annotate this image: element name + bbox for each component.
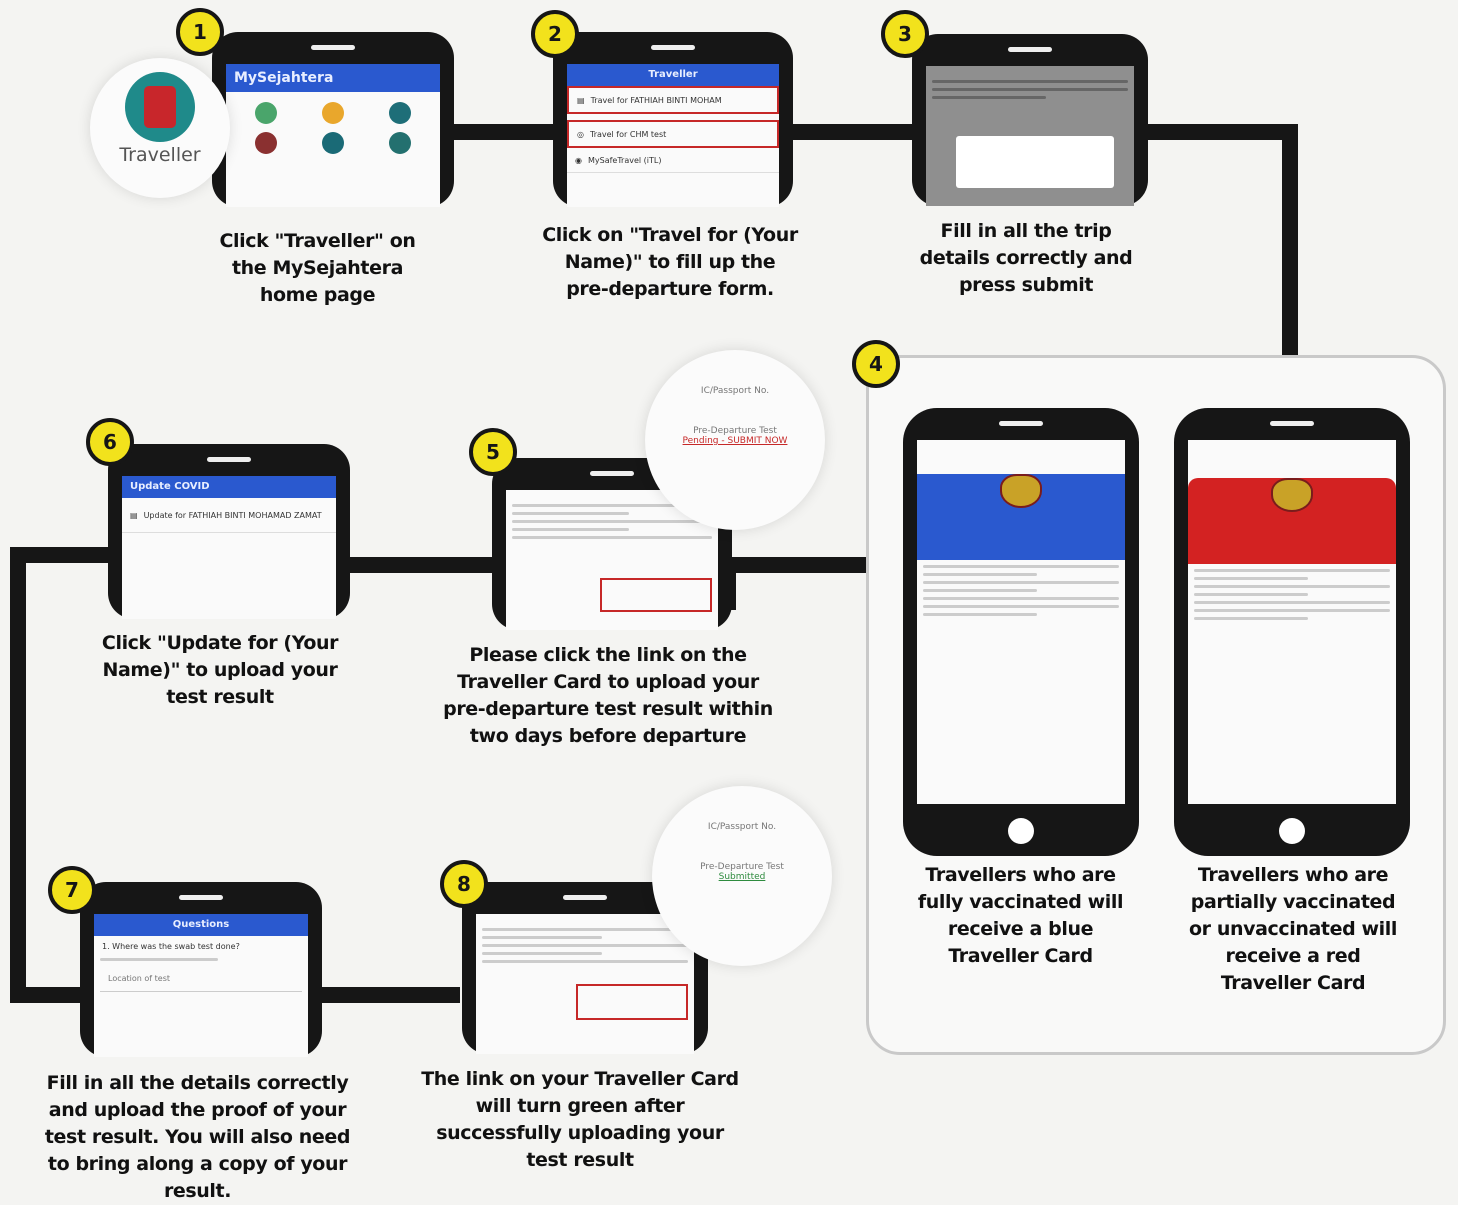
travel-chm-item[interactable]: ◎ Travel for CHM test <box>567 120 779 148</box>
step-3-phone <box>912 34 1148 206</box>
step-4-badge: 4 <box>852 340 900 388</box>
step-3-badge: 3 <box>881 10 929 58</box>
update-covid-screen: Update COVID ▤ Update for FATHIAH BINTI M… <box>122 476 336 619</box>
step-1-caption: Click "Traveller" on the MySejahtera home … <box>219 230 416 306</box>
pending-link-zoom: IC/Passport No. Pre-Departure Test Pendi… <box>645 350 825 530</box>
blue-traveller-card-screen <box>917 440 1125 804</box>
step-1-phone: MySejahtera <box>212 32 454 207</box>
traveller-screen: Traveller ▤ Travel for FATHIAH BINTI MOHA… <box>567 64 779 207</box>
blue-card-phone <box>903 408 1139 856</box>
step-8-caption: The link on your Traveller Card will turn… <box>421 1068 739 1171</box>
step-6-caption: Click "Update for (Your Name)" to upload … <box>101 632 339 708</box>
step-8-badge: 8 <box>440 860 488 908</box>
submitted-traveller-card-screen <box>476 914 694 1054</box>
step-7-badge: 7 <box>48 866 96 914</box>
submitted-link-zoom: IC/Passport No. Pre-Departure Test Submi… <box>652 786 832 966</box>
step-7-caption: Fill in all the details correctly and upl… <box>44 1072 351 1202</box>
red-traveller-card-screen <box>1188 440 1396 804</box>
step-2-caption: Click on "Travel for (Your Name)" to fill… <box>542 224 798 300</box>
app-icon[interactable] <box>321 132 344 154</box>
phone-speaker <box>563 895 607 900</box>
location-input[interactable]: Location of test <box>100 966 302 992</box>
phone-speaker <box>1270 421 1314 426</box>
suitcase-icon[interactable] <box>125 72 195 142</box>
globe-icon: ◉ <box>575 155 582 165</box>
form-icon: ▤ <box>577 95 585 105</box>
app-icon[interactable] <box>389 132 412 154</box>
step-5-caption: Please click the link on the Traveller Ca… <box>443 644 773 747</box>
app-icon[interactable] <box>389 102 412 124</box>
red-card-header <box>1188 478 1396 564</box>
malaysia-crest-icon <box>1000 474 1042 508</box>
phone-speaker <box>207 457 251 462</box>
phone-speaker <box>999 421 1043 426</box>
submit-dialog-screen <box>926 66 1134 206</box>
phone-speaker <box>590 471 634 476</box>
traveller-label[interactable]: Traveller <box>90 144 230 166</box>
questions-screen: Questions 1. Where was the swab test don… <box>94 914 308 1057</box>
step-7-phone: Questions 1. Where was the swab test don… <box>80 882 322 1057</box>
swab-question: 1. Where was the swab test done? <box>102 942 240 951</box>
submitted-link[interactable]: Submitted <box>652 872 832 882</box>
submitted-link-highlight[interactable] <box>576 984 688 1020</box>
step-2-badge: 2 <box>531 10 579 58</box>
home-button[interactable] <box>1279 818 1305 844</box>
traveller-icon-zoom: Traveller <box>90 58 230 198</box>
blue-card-header <box>917 474 1125 560</box>
red-card-phone <box>1174 408 1410 856</box>
step-1-badge: 1 <box>176 8 224 56</box>
update-screen-title: Update COVID <box>122 476 336 498</box>
phone-speaker <box>179 895 223 900</box>
step-2-phone: Traveller ▤ Travel for FATHIAH BINTI MOHA… <box>553 32 793 207</box>
blue-card-caption: Travellers who are fully vaccinated will r… <box>917 864 1124 967</box>
form-icon: ▤ <box>130 510 138 520</box>
update-for-item[interactable]: ▤ Update for FATHIAH BINTI MOHAMAD ZAMAT <box>122 498 336 533</box>
app-icon[interactable] <box>254 102 277 124</box>
app-icon[interactable] <box>321 102 344 124</box>
step-6-badge: 6 <box>86 418 134 466</box>
pending-submit-link[interactable]: Pending - SUBMIT NOW <box>645 436 825 446</box>
traveller-screen-title: Traveller <box>567 64 779 86</box>
confirmation-dialog[interactable] <box>956 136 1114 188</box>
malaysia-crest-icon <box>1271 478 1313 512</box>
phone-speaker <box>311 45 355 50</box>
mysejahtera-home-screen: MySejahtera <box>226 64 440 207</box>
mysafetravel-item[interactable]: ◉ MySafeTravel (iTL) <box>567 148 779 173</box>
questions-title: Questions <box>94 914 308 936</box>
red-card-caption: Travellers who are partially vaccinated or… <box>1189 864 1397 994</box>
phone-speaker <box>1008 47 1052 52</box>
form-icon: ◎ <box>577 129 584 139</box>
pending-link-highlight[interactable] <box>600 578 712 612</box>
step-3-caption: Fill in all the trip details correctly an… <box>919 220 1133 296</box>
home-button[interactable] <box>1008 818 1034 844</box>
phone-speaker <box>651 45 695 50</box>
step-6-phone: Update COVID ▤ Update for FATHIAH BINTI M… <box>108 444 350 619</box>
app-icon[interactable] <box>254 132 277 154</box>
home-title: MySejahtera <box>226 64 440 92</box>
step-5-badge: 5 <box>469 428 517 476</box>
travel-for-item[interactable]: ▤ Travel for FATHIAH BINTI MOHAM <box>567 86 779 114</box>
